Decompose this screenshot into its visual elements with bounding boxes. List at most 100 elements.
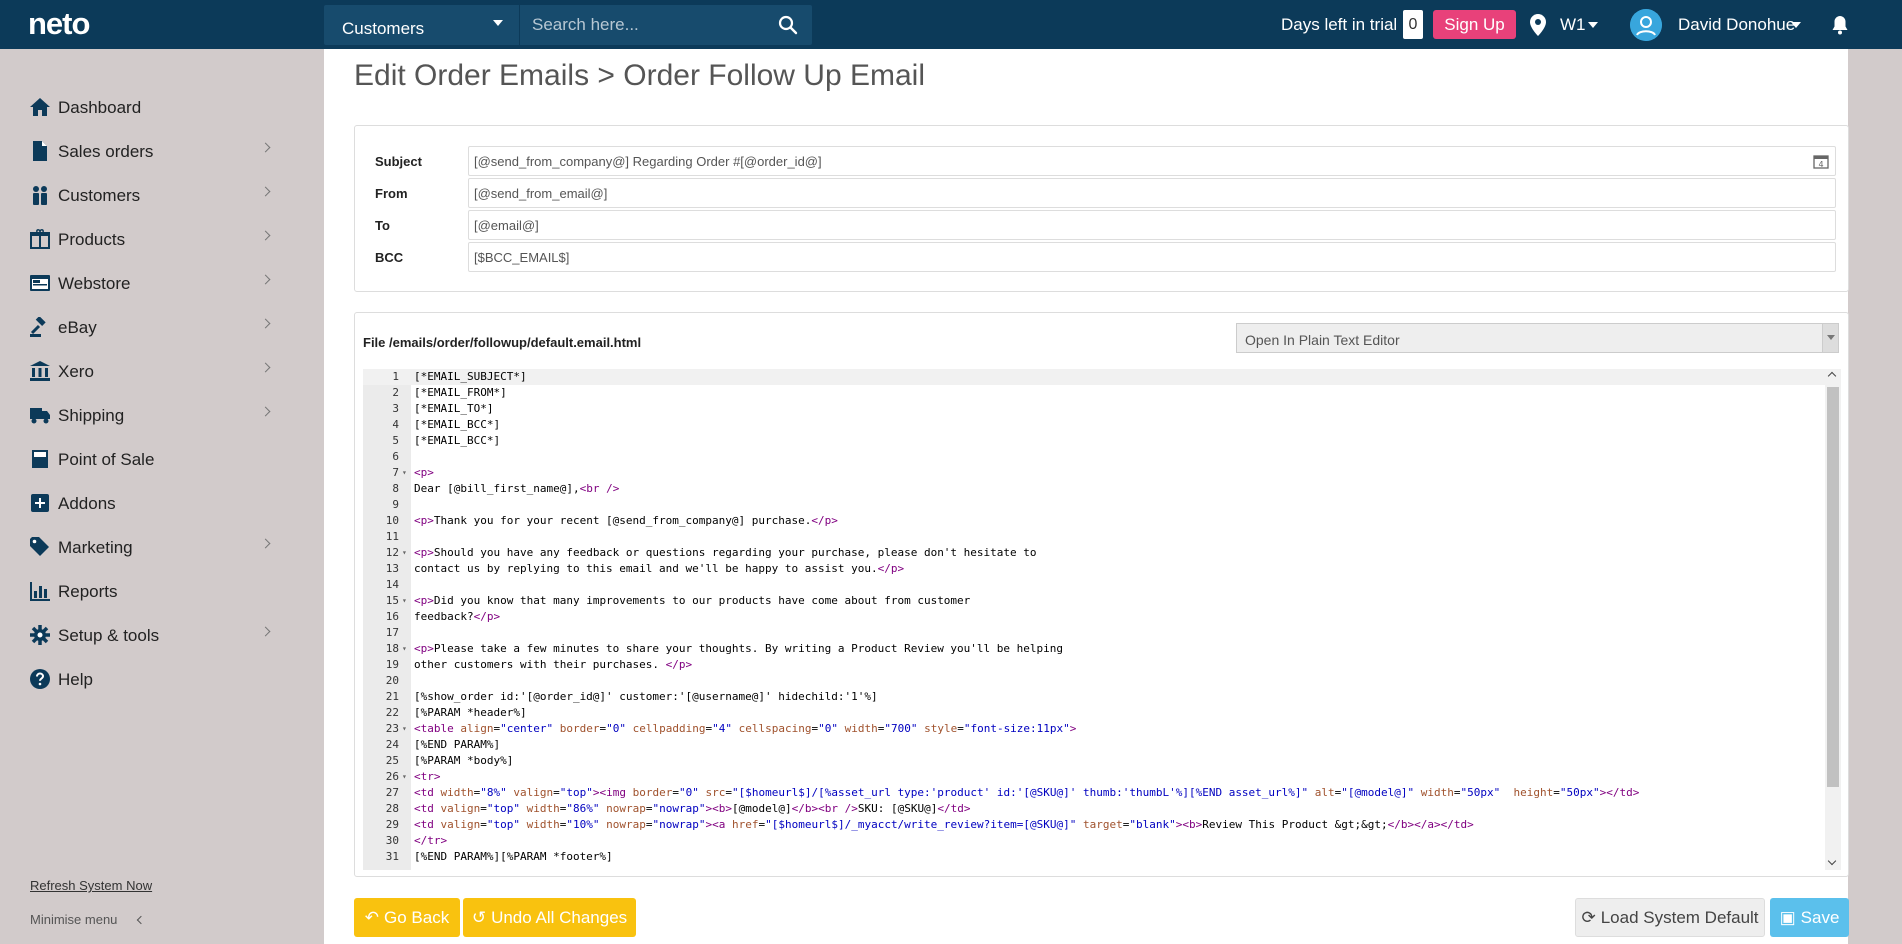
undo-all-changes-button[interactable]: ↺ Undo All Changes	[463, 898, 636, 937]
code-text: [*EMAIL_TO*]	[414, 402, 494, 415]
chevron-right-icon	[260, 626, 271, 637]
code-line[interactable]: 4 [*EMAIL_BCC*]	[363, 417, 1833, 433]
location-label[interactable]: W1	[1560, 15, 1586, 35]
sidebar-item-setup-tools[interactable]: Setup & tools	[30, 618, 275, 652]
sidebar-item-point-of-sale[interactable]: Point of Sale	[30, 442, 275, 476]
line-number: 18	[385, 642, 399, 655]
fold-toggle-icon[interactable]: ▾	[402, 545, 407, 561]
code-line[interactable]: 11	[363, 529, 1833, 545]
go-back-button[interactable]: ↶ Go Back	[354, 898, 460, 937]
code-line[interactable]: 26 ▾ <tr>	[363, 769, 1833, 785]
code-line[interactable]: 23 ▾ <table align="center" border="0" cell…	[363, 721, 1833, 737]
fold-toggle-icon[interactable]: ▾	[402, 641, 407, 657]
tag-icon	[30, 537, 49, 556]
insert-tag-icon[interactable]: 4	[1813, 153, 1829, 169]
code-line[interactable]: 2 [*EMAIL_FROM*]	[363, 385, 1833, 401]
chevron-left-icon[interactable]	[136, 915, 146, 925]
code-line[interactable]: 18 ▾ <p>Please take a few minutes to share…	[363, 641, 1833, 657]
email-fields-panel: Subject 4 From To BCC	[354, 125, 1849, 292]
code-line[interactable]: 14	[363, 577, 1833, 593]
sidebar-item-dashboard[interactable]: Dashboard	[30, 90, 275, 124]
user-name[interactable]: David Donohue	[1678, 15, 1795, 35]
chevron-right-icon	[260, 318, 271, 329]
editor-mode-select[interactable]: Open In Plain Text Editor	[1236, 323, 1839, 353]
load-system-default-button[interactable]: ⟳ Load System Default	[1575, 898, 1765, 937]
sidebar-item-ebay[interactable]: eBay	[30, 310, 275, 344]
fold-toggle-icon[interactable]: ▾	[402, 769, 407, 785]
fold-toggle-icon[interactable]: ▾	[402, 465, 407, 481]
neto-logo[interactable]: neto	[28, 6, 90, 42]
code-line[interactable]: 22 [%PARAM *header%]	[363, 705, 1833, 721]
code-line[interactable]: 3 [*EMAIL_TO*]	[363, 401, 1833, 417]
code-line[interactable]: 1 [*EMAIL_SUBJECT*]	[363, 369, 1833, 385]
code-line[interactable]: 15 ▾ <p>Did you know that many improvement…	[363, 593, 1833, 609]
sidebar-item-help[interactable]: Help	[30, 662, 275, 696]
gavel-icon	[30, 317, 46, 337]
code-line[interactable]: 5 [*EMAIL_BCC*]	[363, 433, 1833, 449]
subject-input[interactable]	[468, 146, 1836, 176]
code-editor[interactable]: 1 [*EMAIL_SUBJECT*] 2 [*EMAIL_FROM*] 3 [*EMAI…	[363, 369, 1841, 870]
code-text: <p>Should you have any feedback or quest…	[414, 546, 1037, 559]
sidebar-item-sales-orders[interactable]: Sales orders	[30, 134, 275, 168]
load-default-label: Load System Default	[1600, 907, 1759, 927]
bcc-row: BCC	[375, 242, 1845, 272]
search-icon[interactable]	[778, 15, 798, 35]
code-line[interactable]: 24 [%END PARAM%]	[363, 737, 1833, 753]
vertical-scrollbar[interactable]	[1825, 369, 1841, 870]
sidebar-item-reports[interactable]: Reports	[30, 574, 275, 608]
sidebar-item-webstore[interactable]: Webstore	[30, 266, 275, 300]
avatar[interactable]	[1630, 9, 1662, 41]
code-line[interactable]: 29 <td valign="top" width="10%" nowrap="n…	[363, 817, 1833, 833]
code-line[interactable]: 31 [%END PARAM%][%PARAM *footer%]	[363, 849, 1833, 865]
code-line[interactable]: 28 <td valign="top" width="86%" nowrap="n…	[363, 801, 1833, 817]
chevron-right-icon	[260, 186, 271, 197]
sidebar-item-addons[interactable]: Addons	[30, 486, 275, 520]
to-input[interactable]	[468, 210, 1836, 240]
search-scope-select[interactable]: Customers	[324, 5, 520, 45]
sign-up-button[interactable]: Sign Up	[1433, 10, 1516, 39]
code-line[interactable]: 21 [%show_order id:'[@order_id@]' custome…	[363, 689, 1833, 705]
chevron-right-icon	[260, 142, 271, 153]
code-line[interactable]: 25 [%PARAM *body%]	[363, 753, 1833, 769]
code-text: <td valign="top" width="10%" nowrap="now…	[414, 818, 1474, 831]
sidebar-item-shipping[interactable]: Shipping	[30, 398, 275, 432]
fold-toggle-icon[interactable]: ▾	[402, 593, 407, 609]
code-line[interactable]: 16 feedback?</p>	[363, 609, 1833, 625]
bell-icon[interactable]	[1831, 15, 1849, 35]
code-line[interactable]: 13 contact us by replying to this email a…	[363, 561, 1833, 577]
code-line[interactable]: 6	[363, 449, 1833, 465]
location-pin-icon[interactable]	[1530, 14, 1546, 36]
code-text: other customers with their purchases. </…	[414, 658, 693, 671]
code-line[interactable]: 9	[363, 497, 1833, 513]
code-line[interactable]: 27 <td width="8%" valign="top"><img borde…	[363, 785, 1833, 801]
code-line[interactable]: 20	[363, 673, 1833, 689]
sidebar-item-products[interactable]: Products	[30, 222, 275, 256]
code-line[interactable]: 7 ▾ <p>	[363, 465, 1833, 481]
sidebar-item-xero[interactable]: Xero	[30, 354, 275, 388]
trial-days-badge: 0	[1403, 10, 1423, 39]
code-line[interactable]: 17	[363, 625, 1833, 641]
chevron-down-icon	[493, 20, 503, 26]
code-line[interactable]: 10 <p>Thank you for your recent [@send_fr…	[363, 513, 1833, 529]
code-line[interactable]: 30 </tr>	[363, 833, 1833, 849]
scroll-up-icon[interactable]	[1827, 371, 1837, 381]
line-number: 2	[392, 386, 399, 399]
code-text: [*EMAIL_SUBJECT*]	[414, 370, 527, 383]
search-input[interactable]	[532, 5, 772, 45]
code-line[interactable]: 8 Dear [@bill_first_name@],<br />	[363, 481, 1833, 497]
bcc-input[interactable]	[468, 242, 1836, 272]
from-input[interactable]	[468, 178, 1836, 208]
scroll-thumb[interactable]	[1827, 387, 1839, 787]
sidebar-item-customers[interactable]: Customers	[30, 178, 275, 212]
code-line[interactable]: 12 ▾ <p>Should you have any feedback or qu…	[363, 545, 1833, 561]
fold-toggle-icon[interactable]: ▾	[402, 721, 407, 737]
scroll-down-icon[interactable]	[1827, 856, 1837, 866]
save-button[interactable]: ▣ Save	[1770, 898, 1849, 937]
bcc-label: BCC	[375, 250, 404, 265]
to-row: To	[375, 210, 1845, 240]
code-text: feedback?</p>	[414, 610, 501, 623]
refresh-system-link[interactable]: Refresh System Now	[30, 878, 152, 893]
minimise-menu-link[interactable]: Minimise menu	[30, 912, 117, 927]
code-line[interactable]: 19 other customers with their purchases. …	[363, 657, 1833, 673]
sidebar-item-marketing[interactable]: Marketing	[30, 530, 275, 564]
